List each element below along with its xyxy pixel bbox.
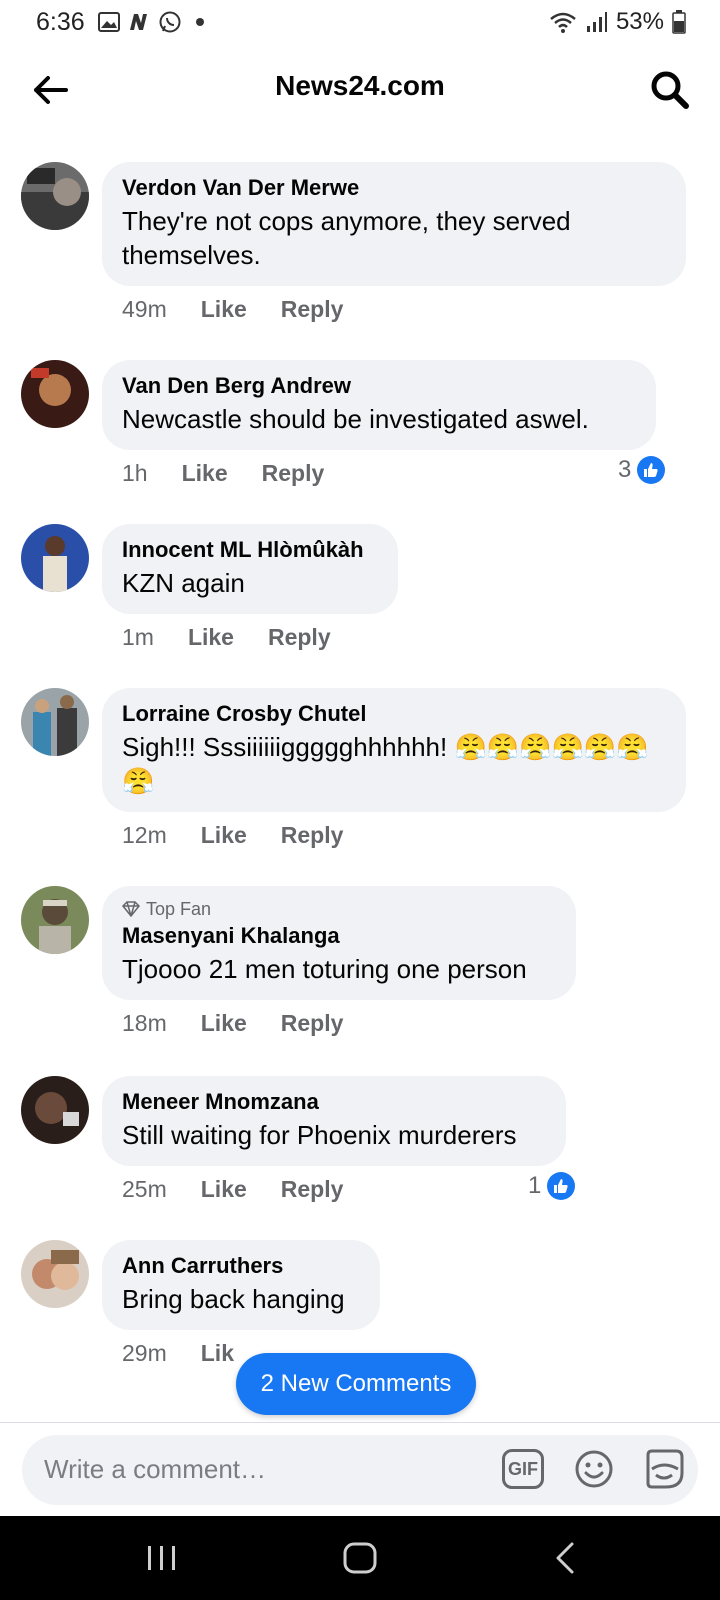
top-fan-badge: Top Fan [122, 898, 556, 920]
avatar[interactable] [21, 1240, 89, 1308]
reply-button[interactable]: Reply [281, 1176, 344, 1203]
like-button[interactable]: Like [188, 624, 234, 651]
comment-text: Sigh!!! Sssiiiiiiggggghhhhhh! 😤😤😤😤😤😤😤 [122, 732, 649, 796]
like-button[interactable]: Like [201, 1176, 247, 1203]
recents-button[interactable] [132, 1536, 192, 1580]
comment-text: Still waiting for Phoenix murderers [122, 1120, 517, 1150]
gif-label: GIF [508, 1458, 538, 1479]
comment-time[interactable]: 25m [122, 1176, 167, 1203]
like-button[interactable]: Like [201, 1010, 247, 1037]
battery-percent: 53% [615, 8, 664, 35]
reaction-count[interactable]: 3 [618, 456, 666, 484]
avatar[interactable] [21, 1076, 89, 1144]
composer-divider [0, 1422, 720, 1423]
reaction-count[interactable]: 1 [528, 1172, 576, 1200]
comment-time[interactable]: 18m [122, 1010, 167, 1037]
comment-actions: 18m Like Reply [122, 1010, 343, 1037]
reaction-number: 1 [528, 1172, 542, 1199]
home-icon [343, 1542, 377, 1574]
smiley-icon [575, 1450, 613, 1488]
chevron-left-icon [556, 1542, 574, 1574]
recents-icon [148, 1546, 175, 1570]
comment-actions: 1m Like Reply [122, 624, 331, 651]
reply-button[interactable]: Reply [281, 296, 344, 323]
comment-author[interactable]: Van Den Berg Andrew [122, 372, 636, 400]
news-app-icon [130, 14, 147, 30]
comment-time[interactable]: 12m [122, 822, 167, 849]
signal-icon [586, 12, 607, 32]
comment-composer: GIF [22, 1435, 698, 1505]
comment-bubble[interactable]: Van Den Berg Andrew Newcastle should be … [102, 360, 656, 450]
reply-button[interactable]: Reply [281, 822, 344, 849]
back-nav-button[interactable] [536, 1536, 596, 1580]
reaction-number: 3 [618, 456, 632, 483]
comment-author[interactable]: Meneer Mnomzana [122, 1088, 546, 1116]
diamond-icon [122, 901, 140, 917]
status-bar: 6:36 53% [0, 0, 720, 46]
app-header: News24.com [0, 46, 720, 136]
like-button[interactable]: Lik [201, 1340, 234, 1367]
search-button[interactable] [648, 68, 692, 112]
wifi-icon [550, 12, 576, 33]
like-button[interactable]: Like [182, 460, 228, 487]
comment-actions: 25m Like Reply [122, 1176, 343, 1203]
reply-button[interactable]: Reply [268, 624, 331, 651]
comment-bubble[interactable]: Lorraine Crosby Chutel Sigh!!! Sssiiiiii… [102, 688, 686, 812]
like-button[interactable]: Like [201, 296, 247, 323]
comment-time[interactable]: 29m [122, 1340, 167, 1367]
emoji-button[interactable] [574, 1449, 614, 1489]
comment-time[interactable]: 1m [122, 624, 154, 651]
top-fan-label: Top Fan [146, 899, 212, 919]
sticker-button[interactable] [642, 1447, 686, 1491]
sticker-icon [646, 1449, 684, 1489]
thumbs-up-icon [637, 456, 666, 484]
comment-bubble[interactable]: Innocent ML Hlòmûkàh KZN again [102, 524, 398, 614]
comment-time[interactable]: 49m [122, 296, 167, 323]
like-button[interactable]: Like [201, 822, 247, 849]
comment-actions: 49m Like Reply [122, 296, 343, 323]
system-nav-bar [0, 1516, 720, 1600]
avatar[interactable] [21, 162, 89, 230]
avatar[interactable] [21, 360, 89, 428]
comment-bubble[interactable]: Verdon Van Der Merwe They're not cops an… [102, 162, 686, 286]
comment-bubble[interactable]: Top Fan Masenyani Khalanga Tjoooo 21 men… [102, 886, 576, 1000]
thumbs-up-icon [547, 1172, 576, 1200]
status-time: 6:36 [36, 8, 85, 36]
comment-author[interactable]: Lorraine Crosby Chutel [122, 700, 666, 728]
comment-text: KZN again [122, 568, 245, 598]
status-system-icons: 53% [548, 8, 686, 36]
whatsapp-icon [159, 11, 181, 33]
avatar[interactable] [21, 524, 89, 592]
reply-button[interactable]: Reply [262, 460, 325, 487]
new-comments-button[interactable]: 2 New Comments [236, 1353, 476, 1415]
gallery-icon [98, 12, 120, 32]
status-notification-icons [98, 10, 204, 34]
comment-actions: 1h Like Reply [122, 460, 324, 487]
comment-bubble[interactable]: Ann Carruthers Bring back hanging [102, 1240, 380, 1330]
page-title: News24.com [275, 70, 445, 101]
comment-actions: 12m Like Reply [122, 822, 343, 849]
avatar[interactable] [21, 688, 89, 756]
comment-text: Bring back hanging [122, 1284, 345, 1314]
comment-author[interactable]: Innocent ML Hlòmûkàh [122, 536, 378, 564]
comment-author[interactable]: Ann Carruthers [122, 1252, 360, 1280]
gif-button[interactable]: GIF [502, 1449, 544, 1489]
search-icon [651, 71, 689, 109]
comment-author[interactable]: Verdon Van Der Merwe [122, 174, 666, 202]
comment-text: Tjoooo 21 men toturing one person [122, 954, 527, 984]
reply-button[interactable]: Reply [281, 1010, 344, 1037]
notification-dot-icon [196, 18, 204, 26]
avatar[interactable] [21, 886, 89, 954]
comment-text: They're not cops anymore, they served th… [122, 206, 571, 270]
comment-bubble[interactable]: Meneer Mnomzana Still waiting for Phoeni… [102, 1076, 566, 1166]
comment-input[interactable] [42, 1453, 466, 1486]
battery-icon [672, 10, 686, 34]
home-button[interactable] [330, 1536, 390, 1580]
comment-actions: 29m Lik [122, 1340, 234, 1367]
comment-time[interactable]: 1h [122, 460, 148, 487]
comment-author[interactable]: Masenyani Khalanga [122, 922, 556, 950]
comment-text: Newcastle should be investigated aswel. [122, 404, 589, 434]
